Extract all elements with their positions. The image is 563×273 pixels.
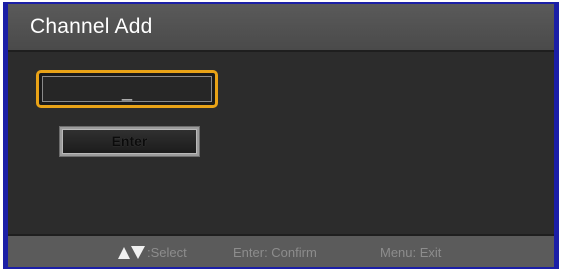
enter-button-label: Enter <box>62 129 197 154</box>
exit-hint: Menu: Exit <box>380 245 442 260</box>
select-hint: :Select <box>118 245 187 260</box>
title-bar: Channel Add <box>8 4 554 52</box>
channel-number-input[interactable]: _ <box>36 70 218 108</box>
channel-input-value: _ <box>121 81 132 101</box>
dialog-title: Channel Add <box>30 15 153 38</box>
channel-input-field[interactable]: _ <box>42 76 212 102</box>
enter-button[interactable]: Enter <box>59 126 200 157</box>
select-hint-label: :Select <box>147 245 187 260</box>
dialog-content: _ Enter <box>8 52 554 238</box>
arrow-up-icon <box>118 247 130 259</box>
key-hint-bar: :Select Enter: Confirm Menu: Exit <box>8 234 554 267</box>
arrow-down-icon <box>131 246 145 259</box>
channel-add-dialog: Channel Add _ Enter :Select Enter: Confi… <box>3 2 559 269</box>
confirm-hint: Enter: Confirm <box>233 245 317 260</box>
